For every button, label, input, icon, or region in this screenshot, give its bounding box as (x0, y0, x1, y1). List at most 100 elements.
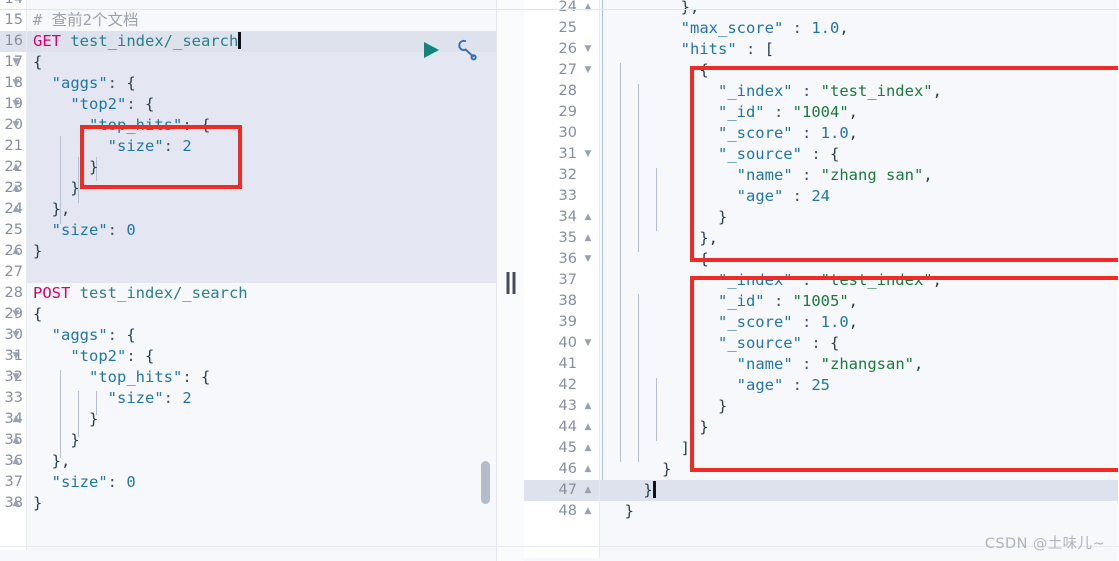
fold-expand-icon[interactable]: ▲ (582, 228, 594, 249)
fold-expand-icon[interactable]: ▲ (10, 241, 22, 262)
code-line[interactable]: { (600, 249, 1118, 270)
code-line[interactable]: "size": 0 (27, 472, 496, 493)
fold-expand-icon[interactable]: ▲ (10, 178, 22, 199)
line-number-value: 29 (558, 104, 577, 120)
code-line[interactable]: "name" : "zhang san", (600, 165, 1118, 186)
code-line[interactable]: "_source" : { (600, 333, 1118, 354)
fold-collapse-icon[interactable]: ▼ (10, 304, 22, 325)
code-line[interactable]: "_id" : "1005", (600, 291, 1118, 312)
fold-expand-icon[interactable]: ▲ (10, 430, 22, 451)
code-line[interactable]: "hits" : [ (600, 39, 1118, 60)
fold-collapse-icon[interactable]: ▼ (10, 73, 22, 94)
code-line[interactable]: "top_hits": { (27, 367, 496, 388)
code-line[interactable]: "_score" : 1.0, (600, 312, 1118, 333)
fold-collapse-icon[interactable]: ▼ (10, 52, 22, 73)
fold-expand-icon[interactable]: ▲ (582, 417, 594, 438)
code-line[interactable]: "_source" : { (600, 144, 1118, 165)
line-number-value: 33 (4, 390, 23, 406)
code-line[interactable]: "size": 2 (27, 388, 496, 409)
fold-expand-icon[interactable]: ▲ (582, 438, 594, 459)
line-number: 19 ▼ (0, 94, 26, 115)
fold-expand-icon[interactable]: ▲ (10, 199, 22, 220)
fold-expand-icon[interactable]: ▲ (582, 501, 594, 522)
fold-collapse-icon[interactable]: ▼ (10, 94, 22, 115)
code-line[interactable]: "name" : "zhangsan", (600, 354, 1118, 375)
code-line[interactable]: "aggs": { (27, 325, 496, 346)
fold-expand-icon[interactable]: ▲ (10, 493, 22, 514)
fold-collapse-icon[interactable]: ▼ (10, 346, 22, 367)
line-number-value: 27 (558, 62, 577, 78)
fold-expand-icon[interactable]: ▲ (10, 451, 22, 472)
fold-collapse-icon[interactable]: ▼ (582, 39, 594, 60)
code-line[interactable] (27, 262, 496, 283)
code-line[interactable]: # 查前2个文档 (27, 10, 496, 31)
fold-expand-icon[interactable]: ▲ (582, 480, 594, 501)
code-line[interactable]: "max_score" : 1.0, (600, 18, 1118, 39)
line-number-value: 35 (558, 230, 577, 246)
left-pane-scrollbar[interactable] (481, 461, 490, 504)
code-line[interactable]: } (600, 396, 1118, 417)
code-line[interactable]: "age" : 24 (600, 186, 1118, 207)
fold-expand-icon[interactable]: ▲ (582, 207, 594, 228)
splitter-handle[interactable] (506, 272, 515, 294)
code-line[interactable]: "_id" : "1004", (600, 102, 1118, 123)
fold-collapse-icon[interactable]: ▼ (582, 144, 594, 165)
code-line[interactable]: "_score" : 1.0, (600, 123, 1118, 144)
play-icon[interactable] (420, 39, 442, 65)
code-line[interactable]: } (27, 178, 496, 199)
code-line[interactable]: "_index" : "test_index", (600, 270, 1118, 291)
splitter-bar (506, 272, 509, 294)
response-viewer-pane[interactable]: 24 ▲ 25 26 ▼ 27 ▼ 28 29 30 31 ▼ 32 33 34 ▲ 35 ▲ 36 ▼ 37 38 39 4… (524, 0, 1118, 561)
code-line[interactable]: } (600, 501, 1118, 522)
wrench-icon[interactable] (454, 38, 478, 66)
pane-splitter[interactable] (497, 0, 524, 561)
code-line[interactable]: } (600, 459, 1118, 480)
code-line[interactable]: "_index" : "test_index", (600, 81, 1118, 102)
code-line[interactable]: "top2": { (27, 94, 496, 115)
line-number-value: 39 (558, 314, 577, 330)
left-code-area[interactable]: # 查前2个文档 GET test_index/_search{ "aggs": … (27, 0, 496, 550)
fold-collapse-icon[interactable]: ▼ (10, 367, 22, 388)
code-line[interactable]: } (27, 493, 496, 514)
code-line[interactable]: } (27, 409, 496, 430)
code-line[interactable]: "top_hits": { (27, 115, 496, 136)
fold-expand-icon[interactable]: ▲ (582, 459, 594, 480)
fold-collapse-icon[interactable]: ▼ (582, 60, 594, 81)
code-line[interactable]: "size": 2 (27, 136, 496, 157)
line-number-value: 48 (558, 503, 577, 519)
fold-expand-icon[interactable]: ▲ (10, 409, 22, 430)
code-line[interactable]: } (27, 430, 496, 451)
code-line[interactable]: "aggs": { (27, 73, 496, 94)
code-line[interactable]: } (27, 157, 496, 178)
fold-collapse-icon[interactable]: ▼ (582, 249, 594, 270)
code-line[interactable]: POST test_index/_search (27, 283, 496, 304)
fold-collapse-icon[interactable]: ▼ (10, 325, 22, 346)
right-code-area[interactable]: }, "max_score" : 1.0, "hits" : [ { "_ind… (600, 0, 1118, 558)
code-line[interactable]: } (600, 207, 1118, 228)
code-line[interactable]: } (600, 417, 1118, 438)
fold-collapse-icon[interactable]: ▼ (582, 333, 594, 354)
line-number: 16 (0, 31, 26, 52)
fold-expand-icon[interactable]: ▲ (582, 396, 594, 417)
code-line[interactable]: }, (27, 451, 496, 472)
fold-collapse-icon[interactable]: ▼ (10, 115, 22, 136)
line-number: 29 (524, 102, 599, 123)
code-line[interactable]: ] (600, 438, 1118, 459)
code-line[interactable]: { (27, 304, 496, 325)
request-editor-pane[interactable]: 14 15 16 17▼18▼19▼20▼ 21 22▲23▲24▲ 25 26▲ 27 28 29… (0, 0, 497, 561)
code-line[interactable]: "size": 0 (27, 220, 496, 241)
code-line[interactable]: "age" : 25 (600, 375, 1118, 396)
code-line[interactable]: } (600, 480, 1118, 501)
line-number-value: 31 (558, 146, 577, 162)
left-line-number-gutter: 14 15 16 17▼18▼19▼20▼ 21 22▲23▲24▲ 25 26▲ 27 28 29… (0, 0, 27, 550)
request-actions-toolbar[interactable] (420, 38, 478, 66)
code-line[interactable]: "top2": { (27, 346, 496, 367)
code-line[interactable]: }, (600, 228, 1118, 249)
line-number: 17 ▼ (0, 52, 26, 73)
code-line[interactable]: } (27, 241, 496, 262)
code-line[interactable]: }, (27, 199, 496, 220)
fold-expand-icon[interactable]: ▲ (10, 157, 22, 178)
code-line[interactable]: { (600, 60, 1118, 81)
line-number: 39 (524, 312, 599, 333)
line-number: 38 (524, 291, 599, 312)
